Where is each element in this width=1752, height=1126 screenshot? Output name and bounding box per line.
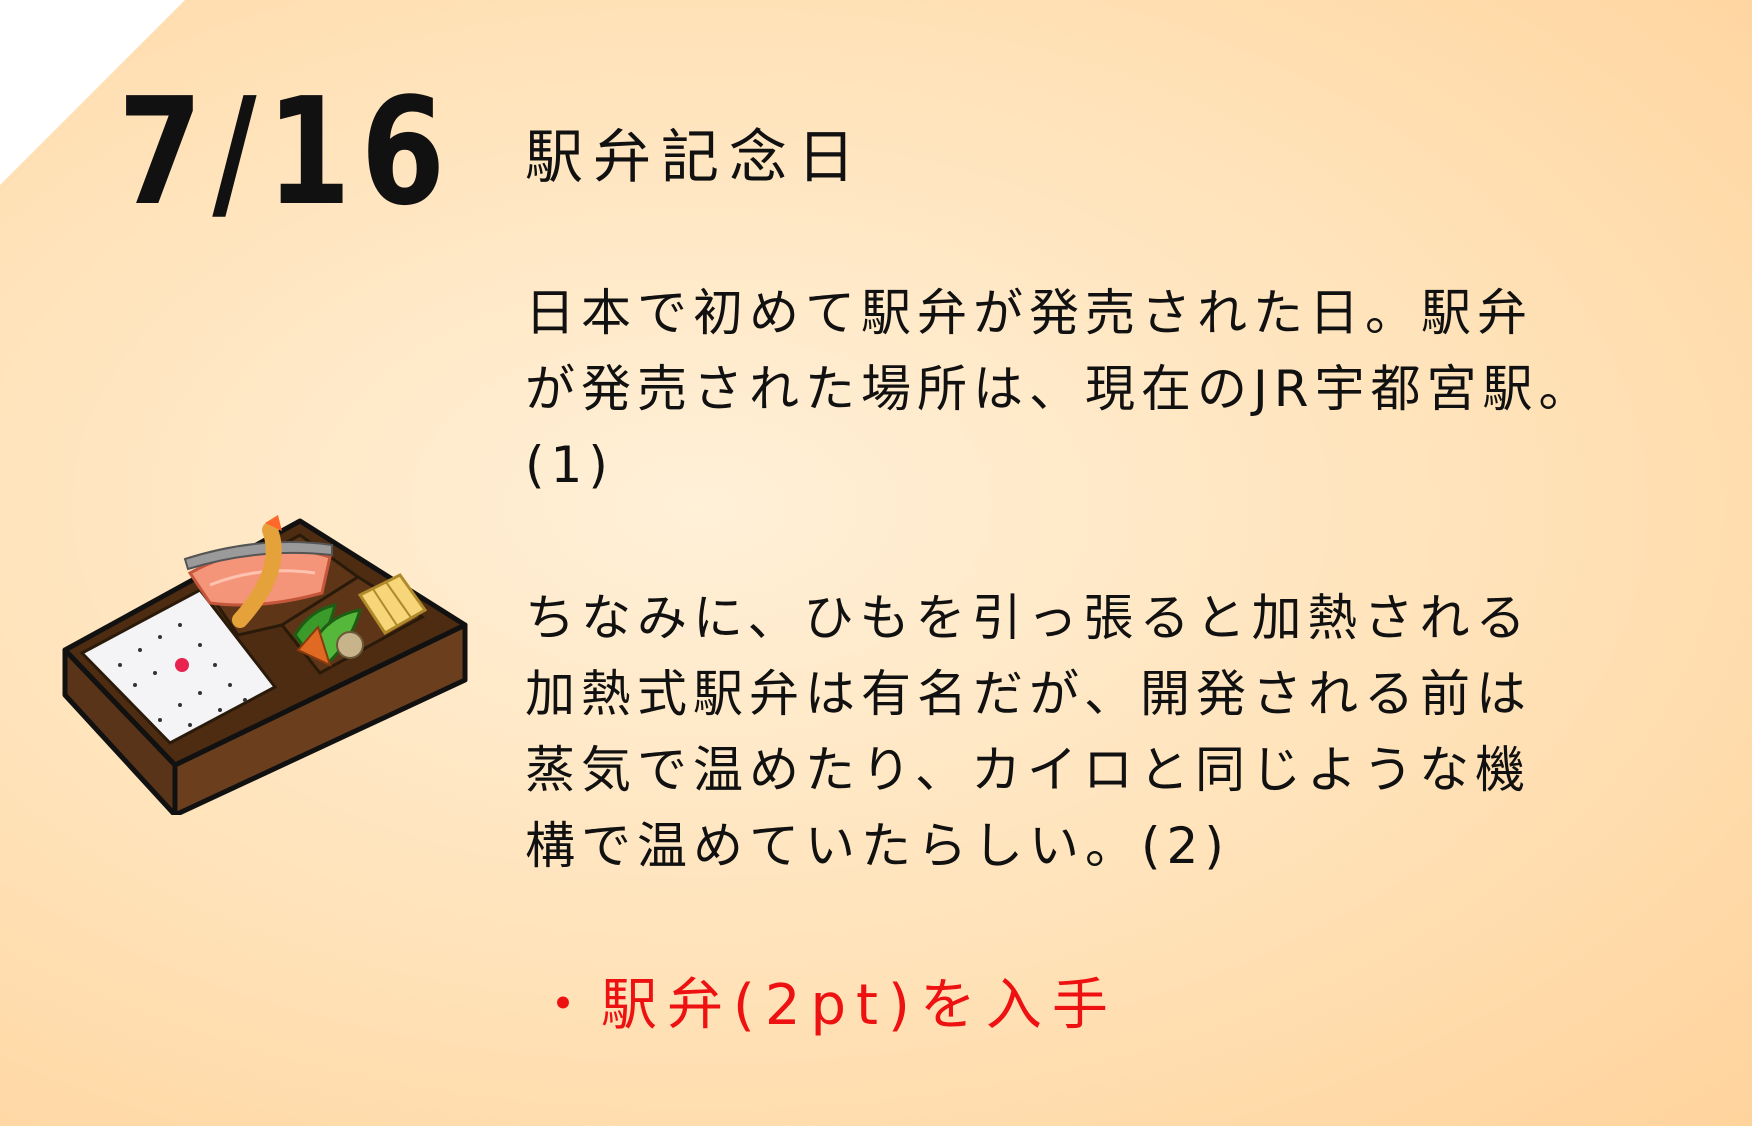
reward-text: ・駅弁(2pt)を入手 xyxy=(535,973,1118,1038)
page-title: 駅弁記念日 xyxy=(525,123,866,191)
date-heading: 7/16 xyxy=(118,66,456,238)
description-paragraph-2: ちなみに、ひもを引っ張ると加熱される 加熱式駅弁は有名だが、開発される前は 蒸気… xyxy=(525,589,1532,875)
bento-box-icon xyxy=(62,515,468,815)
description-paragraph-1: 日本で初めて駅弁が発売された日。駅弁 が発売された場所は、現在のJR宇都宮駅。 … xyxy=(525,284,1595,494)
